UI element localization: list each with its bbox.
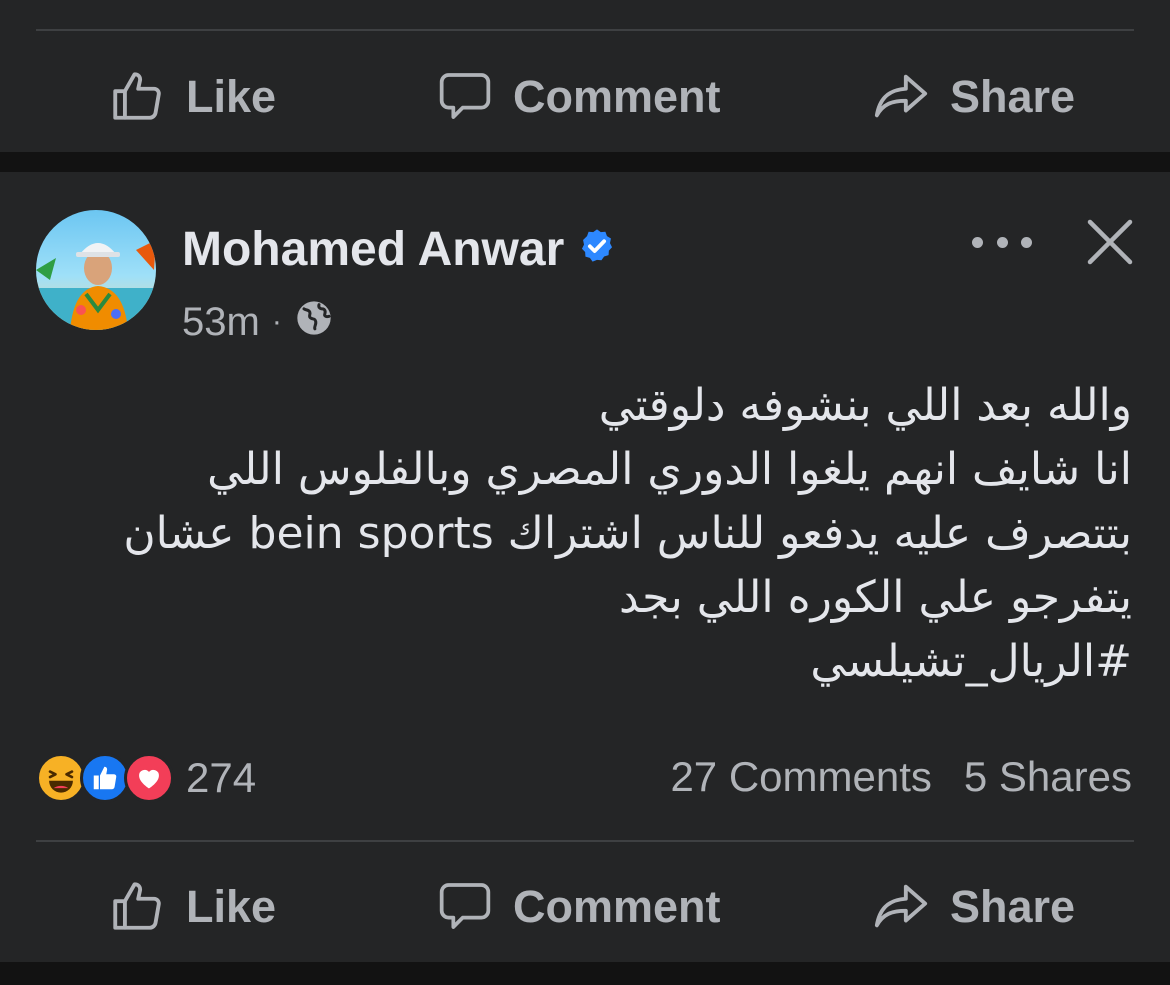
post-card: Mohamed Anwar 53m · والله بعد اللي بنشوف… — [0, 172, 1170, 962]
action-bar: Like Comment Share — [0, 41, 1170, 151]
divider — [36, 840, 1134, 842]
dot — [972, 236, 983, 248]
action-bar: Like Comment Share — [0, 851, 1170, 961]
post-meta: 53m · — [182, 298, 334, 345]
shares-count[interactable]: 5 Shares — [964, 756, 1132, 798]
comment-label: Comment — [513, 880, 721, 932]
share-label: Share — [950, 880, 1076, 932]
love-reaction-icon — [124, 753, 174, 803]
post-text: والله بعد اللي بنشوفه دلوقتي انا شايف ان… — [123, 380, 1132, 687]
previous-post-card: Like Comment Share — [0, 0, 1170, 152]
like-label: Like — [186, 880, 277, 932]
meta-separator: · — [271, 304, 282, 338]
author-row: Mohamed Anwar — [182, 226, 616, 274]
comment-button[interactable]: Comment — [437, 851, 721, 961]
reactions-summary[interactable]: 274 — [36, 750, 256, 806]
comment-label: Comment — [513, 70, 721, 122]
share-label: Share — [950, 70, 1076, 122]
globe-icon — [294, 298, 334, 345]
comment-bubble-icon — [437, 878, 493, 934]
share-arrow-icon — [872, 877, 930, 935]
more-options-button[interactable] — [972, 222, 1032, 262]
like-label: Like — [186, 70, 277, 122]
comments-count[interactable]: 27 Comments — [670, 756, 931, 798]
thumbs-up-icon — [108, 67, 166, 125]
reaction-count: 274 — [186, 754, 257, 801]
thumbs-up-icon — [108, 877, 166, 935]
engagement-stats: 27 Comments 5 Shares — [670, 756, 1132, 798]
share-button[interactable]: Share — [872, 851, 1075, 961]
dot — [996, 236, 1008, 248]
post-time[interactable]: 53m — [182, 302, 260, 342]
comment-bubble-icon — [437, 68, 493, 124]
like-button[interactable]: Like — [108, 41, 276, 151]
divider — [36, 29, 1134, 31]
share-arrow-icon — [872, 67, 930, 125]
like-button[interactable]: Like — [108, 851, 276, 961]
comment-button[interactable]: Comment — [437, 41, 721, 151]
dot — [1021, 236, 1032, 248]
haha-reaction-icon — [36, 753, 86, 803]
share-button[interactable]: Share — [872, 41, 1075, 151]
close-icon[interactable] — [1084, 216, 1136, 268]
avatar[interactable] — [36, 210, 156, 330]
author-name[interactable]: Mohamed Anwar — [182, 226, 564, 274]
like-reaction-icon — [80, 753, 130, 803]
verified-badge-icon — [578, 226, 616, 274]
